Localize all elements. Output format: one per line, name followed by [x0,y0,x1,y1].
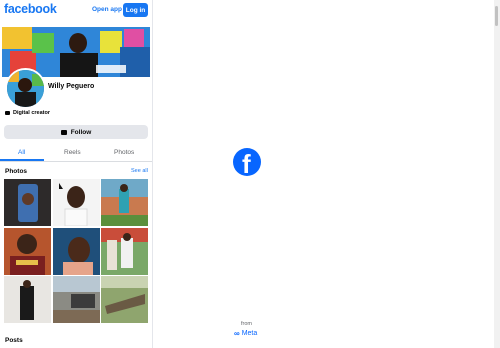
photo-thumbnail[interactable] [4,276,51,323]
photo-thumbnail[interactable] [4,228,51,275]
profile-tabs: All Reels Photos [0,145,152,162]
tab-all[interactable]: All [18,149,25,156]
scrollbar[interactable] [494,0,500,348]
open-app-link[interactable]: Open app [92,6,122,13]
meta-label: Meta [241,330,258,337]
profile-category: Digital creator [5,110,50,116]
category-label: Digital creator [13,110,50,116]
follow-label: Follow [70,128,92,136]
see-all-link[interactable]: See all [131,168,148,174]
photo-thumbnail[interactable] [101,228,148,275]
follow-icon [60,129,67,135]
posts-heading: Posts [5,337,23,344]
photo-thumbnail[interactable] [4,179,51,226]
photo-grid [4,179,149,324]
meta-infinity-icon: ∞ [234,329,240,338]
briefcase-icon [5,111,10,115]
scrollbar-thumb[interactable] [495,6,498,26]
mobile-profile-column: facebook Open app Log in Willy Peguero D… [0,0,153,348]
photo-thumbnail[interactable] [53,276,100,323]
tab-photos[interactable]: Photos [114,149,134,156]
login-button[interactable]: Log in [123,3,148,17]
tab-reels[interactable]: Reels [64,149,81,156]
follow-button[interactable]: Follow [4,125,148,139]
from-label: from [241,321,252,327]
photo-thumbnail[interactable] [53,179,100,226]
profile-avatar[interactable] [5,68,46,109]
photo-thumbnail[interactable] [101,276,148,323]
active-tab-indicator [0,159,44,161]
photo-thumbnail[interactable] [53,228,100,275]
facebook-logo[interactable]: facebook [4,2,57,16]
profile-name: Willy Peguero [48,83,95,90]
top-bar: facebook Open app Log in [0,0,152,22]
photos-heading: Photos [5,168,28,175]
meta-logo: ∞ Meta [234,329,257,338]
photo-thumbnail[interactable] [101,179,148,226]
facebook-icon: f [233,148,261,176]
